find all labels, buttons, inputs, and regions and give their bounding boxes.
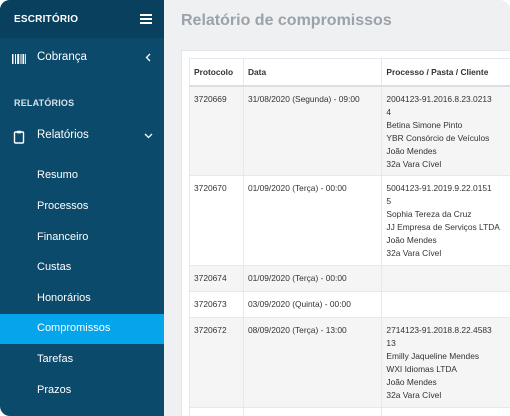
cliente-name: Emilly Jaqueline Mendes [386, 351, 480, 361]
cell-processo [381, 265, 510, 292]
sidebar-subitem-label: Custas [37, 261, 72, 273]
report-card: Protocolo Data Processo / Pasta / Client… [181, 50, 510, 416]
table-header-row: Protocolo Data Processo / Pasta / Client… [189, 58, 510, 87]
sidebar-subitem-label: Prazos [37, 384, 72, 396]
processo-number-suffix: 13 [386, 338, 396, 348]
processo-number: 2004123-91.2016.8.23.0213 [386, 93, 492, 104]
hamburger-menu-icon[interactable] [140, 14, 152, 24]
column-header-data[interactable]: Data [243, 58, 383, 87]
sidebar-item-relatorios[interactable]: Relatórios [0, 121, 164, 151]
sidebar-subitem-label: Processos [37, 200, 89, 212]
column-header-processo[interactable]: Processo / Pasta / Cliente [381, 58, 510, 87]
cell-processo [381, 407, 510, 416]
sidebar-subitem-label: Compromissos [37, 322, 111, 334]
table-row[interactable]: 3720674 01/09/2020 (Terça) - 00:00 [189, 265, 510, 292]
page-title: Relatório de compromissos [181, 12, 392, 29]
compromissos-table: Protocolo Data Processo / Pasta / Client… [189, 58, 510, 416]
chevron-down-icon [144, 133, 153, 139]
sidebar-item-label: Cobrança [37, 51, 87, 63]
app-window: ESCRITÓRIO Cobrança RELATÓRIOS Relatório… [0, 0, 510, 416]
cell-data: 31/08/2020 (Segunda) - 09:00 [243, 85, 383, 176]
cell-processo: 2714123-91.2018.8.22.4583 13 Emilly Jaqu… [381, 317, 510, 408]
cell-protocolo: 3720672 [189, 317, 244, 408]
parte-contraria: WXI Idiomas LTDA [386, 364, 458, 374]
table-row[interactable]: 3720669 31/08/2020 (Segunda) - 09:00 200… [189, 85, 510, 176]
cell-protocolo: 3720670 [189, 175, 244, 266]
vara: 32a Vara Cível [386, 158, 442, 169]
cell-data: 03/09/2020 (Quinta) - 00:00 [243, 291, 383, 318]
clipboard-icon [13, 130, 25, 144]
sidebar-subitem-honorarios[interactable]: Honorários [0, 284, 164, 314]
parte-contraria: YBR Consórcio de Veículos [386, 132, 490, 143]
cell-data [243, 407, 383, 416]
cell-protocolo [189, 407, 244, 416]
cell-data: 01/09/2020 (Terça) - 00:00 [243, 265, 383, 292]
sidebar-subitem-label: Tarefas [37, 353, 74, 365]
sidebar-header: ESCRITÓRIO [0, 0, 164, 38]
processo-number-suffix: 5 [386, 196, 392, 206]
sidebar-title: ESCRITÓRIO [14, 14, 79, 25]
sidebar-subitem-custas[interactable]: Custas [0, 253, 164, 283]
chevron-left-icon [145, 53, 151, 62]
vara: 32a Vara Cível [386, 390, 442, 400]
sidebar-subitem-compromissos[interactable]: Compromissos [0, 314, 164, 344]
table-row[interactable]: 3720673 03/09/2020 (Quinta) - 00:00 [189, 291, 510, 318]
sidebar-subitem-resumo[interactable]: Resumo [0, 161, 164, 191]
table-row[interactable] [189, 407, 510, 416]
sidebar-subitem-processos[interactable]: Processos [0, 192, 164, 222]
sidebar-subitem-label: Honorários [37, 292, 91, 304]
sidebar: ESCRITÓRIO Cobrança RELATÓRIOS Relatório… [0, 0, 164, 416]
processo-number: 2714123-91.2018.8.22.4583 [386, 325, 492, 335]
vara: 32a Vara Cível [386, 248, 442, 258]
sidebar-item-label: Relatórios [37, 129, 89, 141]
responsavel: João Mendes [386, 235, 437, 245]
processo-number: 5004123-91.2019.9.22.0151 [386, 183, 492, 193]
cell-processo: 5004123-91.2019.9.22.0151 5 Sophia Terez… [381, 175, 510, 266]
cell-protocolo: 3720669 [189, 85, 244, 176]
cell-protocolo: 3720674 [189, 265, 244, 292]
responsavel: João Mendes [386, 377, 437, 387]
cliente-name: Betina Simone Pinto [386, 119, 463, 130]
cell-data: 08/09/2020 (Terça) - 13:00 [243, 317, 383, 408]
sidebar-subitem-label: Resumo [37, 169, 78, 181]
sidebar-item-cobranca[interactable]: Cobrança [0, 43, 164, 73]
cell-protocolo: 3720673 [189, 291, 244, 318]
cliente-name: Sophia Tereza da Cruz [386, 209, 472, 219]
sidebar-subitem-tarefas[interactable]: Tarefas [0, 345, 164, 375]
cell-data: 01/09/2020 (Terça) - 00:00 [243, 175, 383, 266]
table-row[interactable]: 3720672 08/09/2020 (Terça) - 13:00 27141… [189, 317, 510, 408]
responsavel: João Mendes [386, 145, 437, 156]
processo-number-suffix: 4 [386, 106, 392, 117]
sidebar-subitem-prazos[interactable]: Prazos [0, 376, 164, 406]
column-header-protocolo[interactable]: Protocolo [189, 58, 244, 87]
table-row[interactable]: 3720670 01/09/2020 (Terça) - 00:00 50041… [189, 175, 510, 266]
barcode-icon [12, 54, 26, 64]
sidebar-subitem-label: Financeiro [37, 231, 89, 243]
parte-contraria: JJ Empresa de Serviços LTDA [386, 222, 500, 232]
cell-processo [381, 291, 510, 318]
cell-processo: 2004123-91.2016.8.23.0213 4 Betina Simon… [381, 85, 510, 176]
sidebar-subitem-financeiro[interactable]: Financeiro [0, 223, 164, 253]
sidebar-section-label: RELATÓRIOS [14, 98, 75, 108]
